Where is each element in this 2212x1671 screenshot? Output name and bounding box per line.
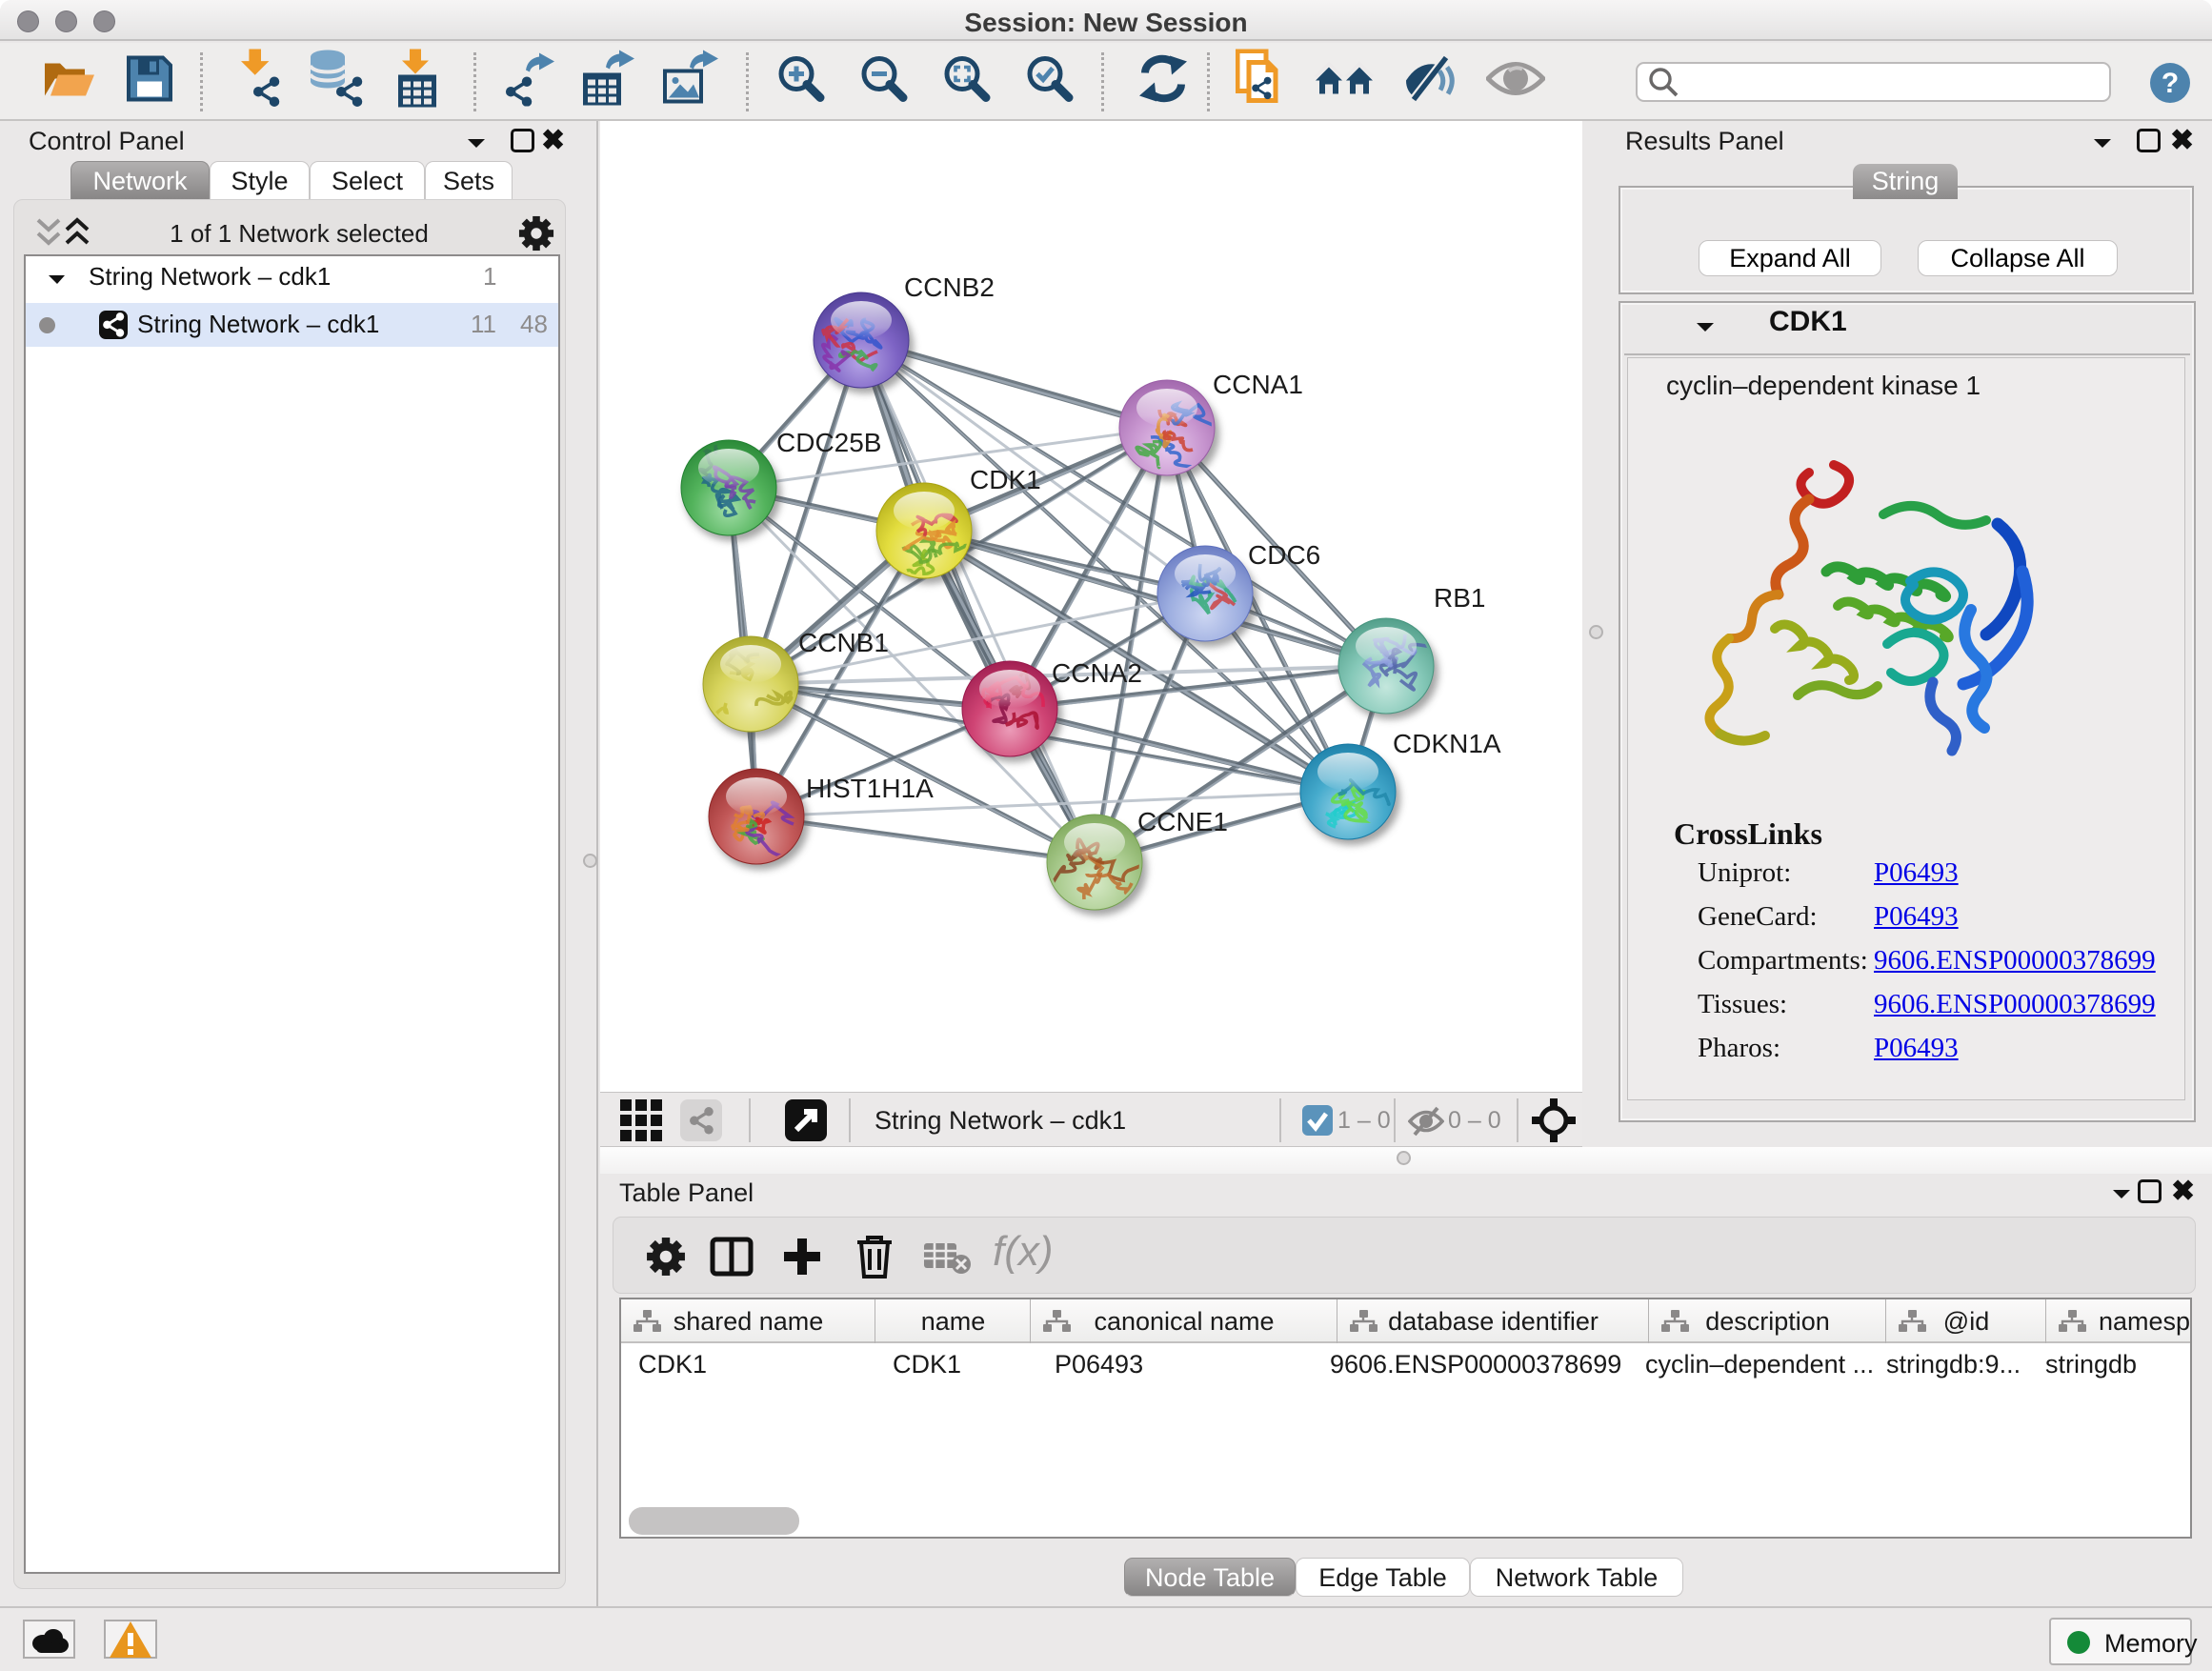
svg-text:HIST1H1A: HIST1H1A <box>806 774 934 803</box>
svg-text:CCNA2: CCNA2 <box>1052 658 1142 688</box>
svg-text:CCNA1: CCNA1 <box>1213 370 1303 399</box>
svg-text:CCNB2: CCNB2 <box>904 272 995 302</box>
svg-text:CCNE1: CCNE1 <box>1137 807 1228 836</box>
svg-text:RB1: RB1 <box>1434 583 1485 613</box>
svg-text:?: ? <box>2162 68 2179 99</box>
svg-text:CDKN1A: CDKN1A <box>1393 729 1501 758</box>
svg-text:CDK1: CDK1 <box>970 465 1041 494</box>
svg-text:CDC6: CDC6 <box>1248 540 1320 570</box>
svg-text:CDC25B: CDC25B <box>776 428 881 457</box>
svg-text:CCNB1: CCNB1 <box>798 628 889 657</box>
